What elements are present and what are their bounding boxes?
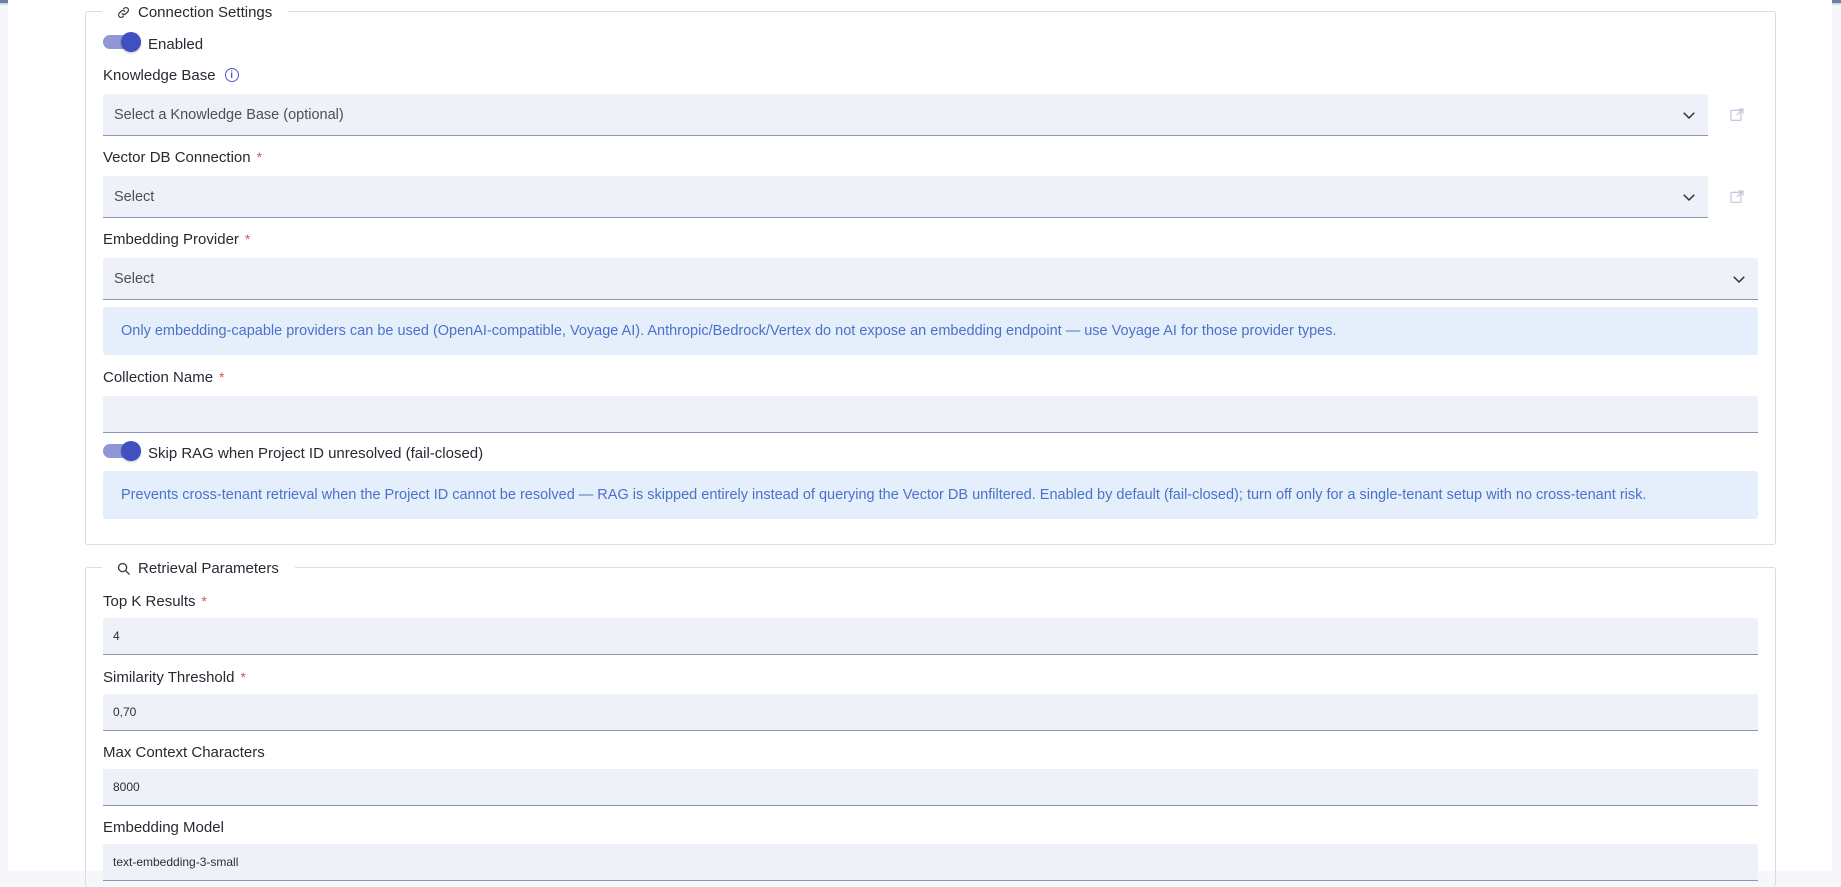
open-external-icon[interactable] [1729, 107, 1745, 123]
embedding-provider-select[interactable]: Select [103, 258, 1758, 300]
top-k-label: Top K Results * [103, 591, 207, 611]
skip-rag-info-note: Prevents cross-tenant retrieval when the… [103, 471, 1758, 519]
collection-name-label: Collection Name * [103, 367, 225, 387]
toggle-knob [121, 441, 141, 461]
required-marker: * [219, 369, 225, 385]
required-marker: * [256, 149, 263, 165]
vector-db-label-text: Vector DB Connection [103, 148, 251, 166]
top-k-input[interactable]: 4 [103, 618, 1758, 655]
knowledge-base-select[interactable]: Select a Knowledge Base (optional) [103, 94, 1708, 136]
enabled-label: Enabled [148, 35, 204, 53]
chevron-down-icon [1683, 194, 1695, 202]
open-external-icon[interactable] [1729, 189, 1745, 205]
skip-rag-label: Skip RAG when Project ID unresolved (fai… [148, 444, 484, 462]
required-marker: * [244, 231, 251, 247]
info-icon[interactable]: i [224, 68, 239, 82]
collection-name-label-text: Collection Name [103, 368, 214, 386]
provider-info-note: Only embedding-capable providers can be … [103, 307, 1758, 355]
connection-settings-title: Connection Settings [138, 3, 273, 21]
toggle-knob [121, 32, 141, 52]
search-icon [117, 562, 130, 575]
max-context-label-text: Max Context Characters [103, 743, 265, 761]
skip-rag-toggle[interactable] [103, 441, 143, 461]
chevron-down-icon [1733, 276, 1745, 284]
required-marker: * [240, 669, 246, 685]
embedding-provider-placeholder: Select [114, 270, 155, 287]
retrieval-parameters-title: Retrieval Parameters [138, 559, 279, 577]
vector-db-placeholder: Select [114, 188, 155, 205]
embedding-provider-label: Embedding Provider * [103, 229, 250, 249]
connection-settings-section: Connection Settings Enabled Knowledge Ba… [85, 2, 1776, 545]
vector-db-label: Vector DB Connection * [103, 147, 262, 167]
similarity-threshold-input[interactable]: 0,70 [103, 694, 1758, 731]
similarity-threshold-label: Similarity Threshold * [103, 667, 246, 687]
retrieval-parameters-section: Retrieval Parameters Top K Results * 4 S… [85, 558, 1776, 887]
embedding-model-label-text: Embedding Model [103, 818, 224, 836]
knowledge-base-placeholder: Select a Knowledge Base (optional) [114, 106, 344, 123]
embedding-model-label: Embedding Model [103, 817, 224, 837]
max-context-input[interactable]: 8000 [103, 769, 1758, 806]
enabled-toggle[interactable] [103, 32, 143, 52]
similarity-threshold-label-text: Similarity Threshold [103, 668, 235, 686]
chevron-down-icon [1683, 112, 1695, 120]
connection-settings-legend: Connection Settings [102, 2, 289, 22]
embedding-model-input[interactable]: text-embedding-3-small [103, 844, 1758, 881]
knowledge-base-label-text: Knowledge Base [103, 66, 216, 84]
collection-name-input[interactable] [103, 396, 1758, 433]
required-marker: * [201, 593, 207, 609]
max-context-label: Max Context Characters [103, 742, 265, 762]
vector-db-select[interactable]: Select [103, 176, 1708, 218]
link-icon [118, 6, 129, 18]
top-k-label-text: Top K Results [103, 592, 196, 610]
embedding-provider-label-text: Embedding Provider [103, 230, 239, 248]
retrieval-parameters-legend: Retrieval Parameters [102, 558, 295, 578]
knowledge-base-label: Knowledge Base i [103, 65, 239, 85]
settings-panel: Connection Settings Enabled Knowledge Ba… [8, 0, 1832, 887]
